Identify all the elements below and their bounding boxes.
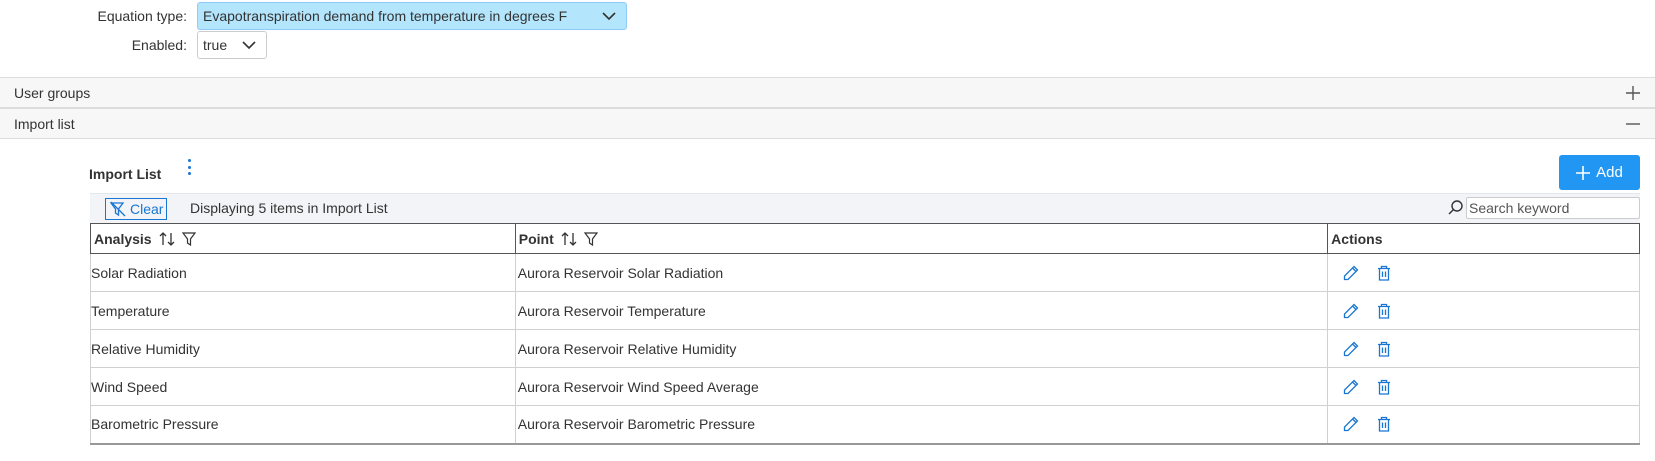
analysis-cell: Barometric Pressure — [90, 405, 516, 445]
edit-icon[interactable] — [1343, 416, 1359, 432]
delete-icon[interactable] — [1377, 341, 1391, 357]
delete-icon[interactable] — [1377, 379, 1391, 395]
filter-clear-icon — [110, 201, 126, 217]
edit-icon[interactable] — [1343, 303, 1359, 319]
equation-type-value: Evapotranspiration demand from temperatu… — [203, 8, 568, 24]
plus-icon — [1576, 165, 1591, 180]
column-header-actions: Actions — [1327, 223, 1640, 254]
sort-icon[interactable] — [158, 231, 176, 247]
actions-cell — [1327, 367, 1640, 406]
analysis-cell: Wind Speed — [90, 367, 516, 406]
equation-type-select[interactable]: Evapotranspiration demand from temperatu… — [197, 2, 627, 30]
column-header-label: Actions — [1331, 230, 1383, 247]
point-cell: Aurora Reservoir Temperature — [514, 291, 1329, 330]
actions-cell — [1327, 329, 1640, 368]
minus-icon[interactable] — [1625, 116, 1641, 135]
table-row: Solar Radiation Aurora Reservoir Solar R… — [90, 253, 1640, 292]
import-list-accordion[interactable]: Import list — [0, 108, 1655, 139]
point-cell: Aurora Reservoir Relative Humidity — [514, 329, 1329, 368]
edit-icon[interactable] — [1343, 265, 1359, 281]
enabled-label: Enabled: — [131, 37, 187, 53]
column-header-analysis[interactable]: Analysis — [90, 223, 516, 254]
table-row: Wind Speed Aurora Reservoir Wind Speed A… — [90, 367, 1640, 406]
table-row: Temperature Aurora Reservoir Temperature — [90, 291, 1640, 330]
column-header-point[interactable]: Point — [514, 223, 1329, 254]
items-status: Displaying 5 items in Import List — [190, 200, 388, 216]
chevron-down-icon — [602, 9, 616, 26]
analysis-cell: Temperature — [90, 291, 516, 330]
filter-icon[interactable] — [583, 231, 598, 246]
table-header-row: Analysis Point Actions — [90, 223, 1640, 254]
column-header-label: Analysis — [94, 230, 152, 247]
actions-cell — [1327, 253, 1640, 292]
enabled-row: Enabled: true — [0, 31, 267, 59]
chevron-down-icon — [242, 38, 256, 55]
delete-icon[interactable] — [1377, 303, 1391, 319]
delete-icon[interactable] — [1377, 265, 1391, 281]
edit-icon[interactable] — [1343, 379, 1359, 395]
point-cell: Aurora Reservoir Wind Speed Average — [514, 367, 1329, 406]
user-groups-accordion[interactable]: User groups — [0, 77, 1655, 108]
grid-title: Import List — [89, 166, 162, 182]
import-list-table: Analysis Point Actions Solar Radiation A… — [90, 223, 1640, 445]
table-row: Barometric Pressure Aurora Reservoir Bar… — [90, 405, 1640, 445]
add-button[interactable]: Add — [1559, 155, 1640, 190]
search-icon — [1448, 200, 1463, 215]
sort-icon[interactable] — [560, 231, 578, 247]
user-groups-title: User groups — [14, 84, 91, 101]
analysis-cell: Relative Humidity — [90, 329, 516, 368]
point-cell: Aurora Reservoir Solar Radiation — [514, 253, 1329, 292]
filter-icon[interactable] — [181, 231, 196, 246]
search-input[interactable] — [1466, 197, 1640, 219]
grid-toolbar: Clear Displaying 5 items in Import List — [90, 193, 1640, 223]
kebab-menu-icon[interactable] — [183, 157, 195, 177]
delete-icon[interactable] — [1377, 416, 1391, 432]
table-row: Relative Humidity Aurora Reservoir Relat… — [90, 329, 1640, 368]
search-box — [1448, 197, 1640, 219]
clear-filter-button[interactable]: Clear — [105, 198, 167, 220]
clear-label: Clear — [130, 201, 164, 217]
equation-type-row: Equation type: Evapotranspiration demand… — [0, 2, 627, 30]
point-cell: Aurora Reservoir Barometric Pressure — [514, 405, 1329, 445]
column-header-label: Point — [518, 230, 554, 247]
equation-type-label: Equation type: — [97, 8, 187, 24]
import-list-title: Import list — [14, 115, 75, 132]
enabled-select[interactable]: true — [197, 31, 267, 59]
edit-icon[interactable] — [1343, 341, 1359, 357]
add-button-label: Add — [1596, 164, 1623, 181]
actions-cell — [1327, 405, 1640, 445]
actions-cell — [1327, 291, 1640, 330]
plus-icon[interactable] — [1625, 85, 1641, 104]
analysis-cell: Solar Radiation — [90, 253, 516, 292]
enabled-value: true — [203, 37, 228, 53]
